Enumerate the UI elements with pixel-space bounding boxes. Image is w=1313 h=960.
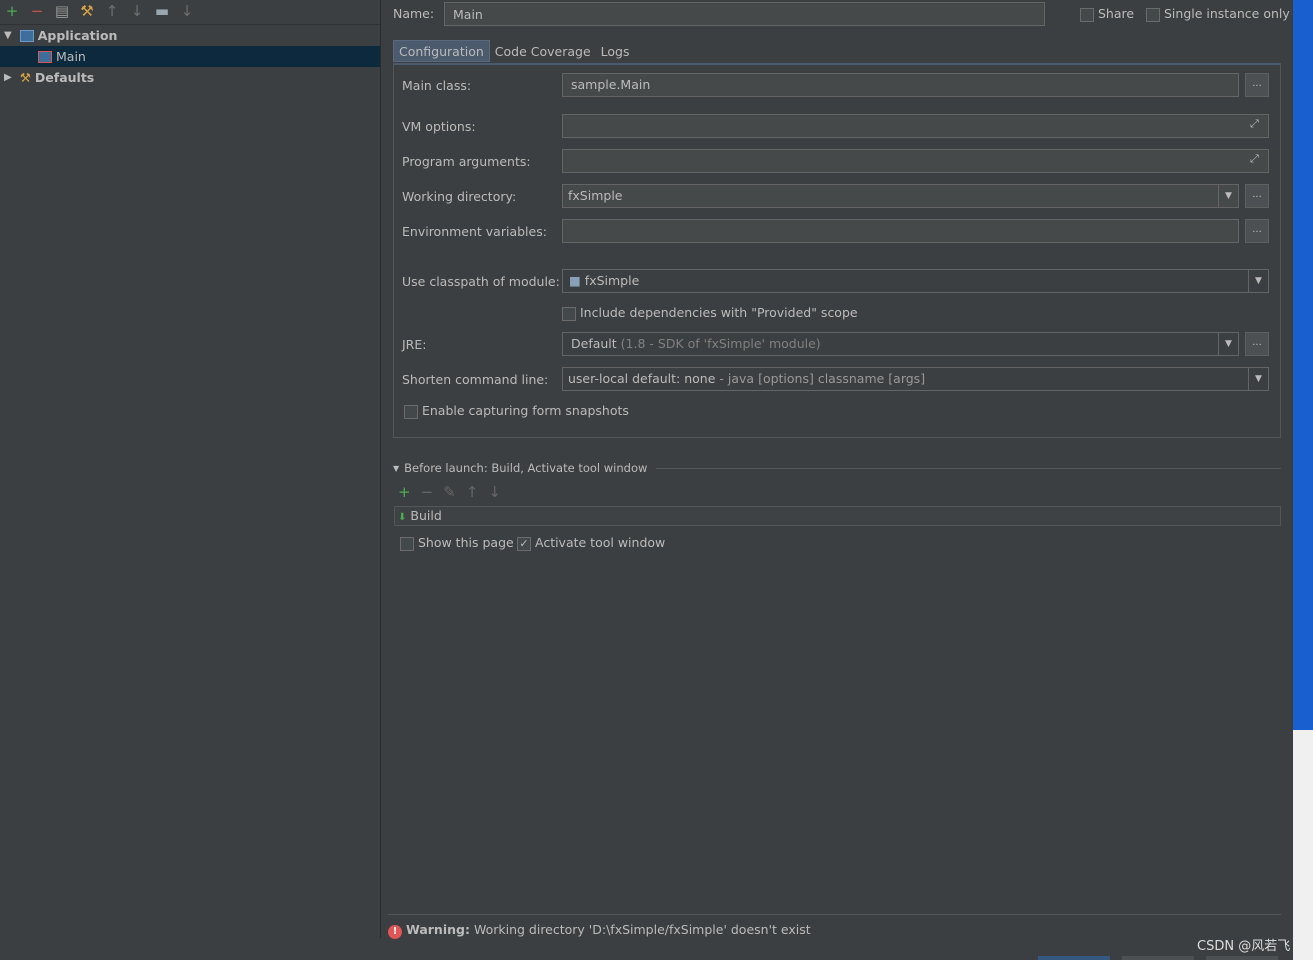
name-input[interactable] (444, 2, 1045, 26)
folder-icon: ■ (569, 273, 581, 288)
before-launch-toolbar: + − ✎ ↑ ↓ (398, 483, 501, 501)
working-directory-browse-button[interactable]: ... (1245, 184, 1269, 208)
arrow-down-icon[interactable]: ↓ (129, 2, 145, 20)
build-icon: ⬇ (398, 512, 407, 523)
folder-icon[interactable]: ▬ (154, 2, 170, 20)
config-tree: ▼ Application Main ▶ ⚒ Defaults (0, 24, 380, 88)
environment-variables-label: Environment variables: (402, 224, 547, 239)
chevron-down-icon[interactable]: ▼ (1248, 368, 1268, 390)
vm-options-input[interactable] (562, 114, 1269, 138)
application-error-icon (38, 50, 52, 63)
tab-code-coverage[interactable]: Code Coverage (490, 41, 596, 63)
main-class-browse-button[interactable]: ... (1245, 73, 1269, 97)
apply-button[interactable] (1206, 956, 1278, 960)
warning-message: ! Warning: Working directory 'D:\fxSimpl… (388, 922, 811, 939)
remove-icon[interactable]: − (421, 483, 434, 501)
expand-icon[interactable]: ⤢ (1250, 152, 1259, 166)
application-icon (19, 29, 34, 42)
copy-icon[interactable]: ▤ (54, 2, 70, 20)
arrow-up-icon[interactable]: ↑ (104, 2, 120, 20)
enable-snapshots-checkbox[interactable]: Enable capturing form snapshots (404, 403, 629, 419)
shorten-command-line-label: Shorten command line: (402, 372, 549, 387)
tab-configuration[interactable]: Configuration (393, 40, 490, 62)
jre-combo[interactable]: Default (1.8 - SDK of 'fxSimple' module)… (562, 332, 1239, 356)
main-class-input[interactable]: sample.Main (562, 73, 1239, 97)
before-launch-task[interactable]: ⬇ Build (394, 506, 1281, 526)
vm-options-label: VM options: (402, 119, 476, 134)
cancel-button[interactable] (1122, 956, 1194, 960)
single-instance-checkbox[interactable]: Single instance only (1146, 6, 1290, 22)
environment-variables-input[interactable] (562, 219, 1239, 243)
module-combo[interactable]: ■ fxSimple ▼ (562, 269, 1269, 293)
tab-logs[interactable]: Logs (596, 41, 635, 63)
background-window (1293, 730, 1313, 960)
collapse-icon[interactable]: ▶ (4, 67, 12, 88)
watermark: CSDN @风若飞 (1197, 939, 1291, 954)
tree-node-application[interactable]: ▼ Application (0, 25, 380, 46)
wrench-icon: ⚒ (19, 70, 31, 85)
error-icon: ! (388, 925, 402, 939)
jre-browse-button[interactable]: ... (1245, 332, 1269, 356)
show-page-checkbox[interactable]: Show this page (400, 535, 514, 551)
collapse-icon[interactable]: ▼ (393, 464, 399, 473)
jre-label: JRE: (402, 337, 427, 352)
program-arguments-input[interactable] (562, 149, 1269, 173)
module-label: Use classpath of module: (402, 274, 560, 289)
wrench-icon[interactable]: ⚒ (79, 2, 95, 20)
toolbar: + − ▤ ⚒ ↑ ↓ ▬ ↓ (4, 2, 195, 20)
chevron-down-icon[interactable]: ▼ (1248, 270, 1268, 292)
ok-button[interactable] (1038, 956, 1110, 960)
remove-icon[interactable]: − (29, 2, 45, 20)
expand-icon[interactable]: ⤢ (1250, 117, 1259, 131)
chevron-down-icon[interactable]: ▼ (1218, 185, 1238, 207)
main-class-label: Main class: (402, 78, 472, 93)
edit-icon[interactable]: ✎ (443, 483, 456, 501)
share-checkbox[interactable]: Share (1080, 6, 1134, 22)
shorten-command-line-combo[interactable]: user-local default: none - java [options… (562, 367, 1269, 391)
add-icon[interactable]: + (4, 2, 20, 20)
activate-tool-window-checkbox[interactable]: ✓ Activate tool window (517, 535, 665, 551)
arrow-down-icon[interactable]: ↓ (488, 483, 501, 501)
name-label: Name: (393, 6, 435, 21)
add-icon[interactable]: + (398, 483, 411, 501)
tab-bar: Configuration Code Coverage Logs (393, 40, 635, 63)
tree-node-main[interactable]: Main (0, 46, 380, 67)
divider (388, 914, 1281, 915)
chevron-down-icon[interactable]: ▼ (1218, 333, 1238, 355)
expand-icon[interactable]: ▼ (4, 25, 12, 46)
before-launch-section[interactable]: ▼ Before launch: Build, Activate tool win… (393, 461, 1281, 475)
program-arguments-label: Program arguments: (402, 154, 531, 169)
sort-icon[interactable]: ↓ (179, 2, 195, 20)
environment-variables-browse-button[interactable]: ... (1245, 219, 1269, 243)
tree-node-defaults[interactable]: ▶ ⚒ Defaults (0, 67, 380, 88)
working-directory-label: Working directory: (402, 189, 517, 204)
include-dependencies-checkbox[interactable]: Include dependencies with "Provided" sco… (562, 305, 858, 321)
working-directory-combo[interactable]: fxSimple ▼ (562, 184, 1239, 208)
background-window (1293, 0, 1313, 730)
arrow-up-icon[interactable]: ↑ (466, 483, 479, 501)
configurations-panel: + − ▤ ⚒ ↑ ↓ ▬ ↓ ▼ Application Main ▶ ⚒ Defa… (0, 0, 381, 938)
